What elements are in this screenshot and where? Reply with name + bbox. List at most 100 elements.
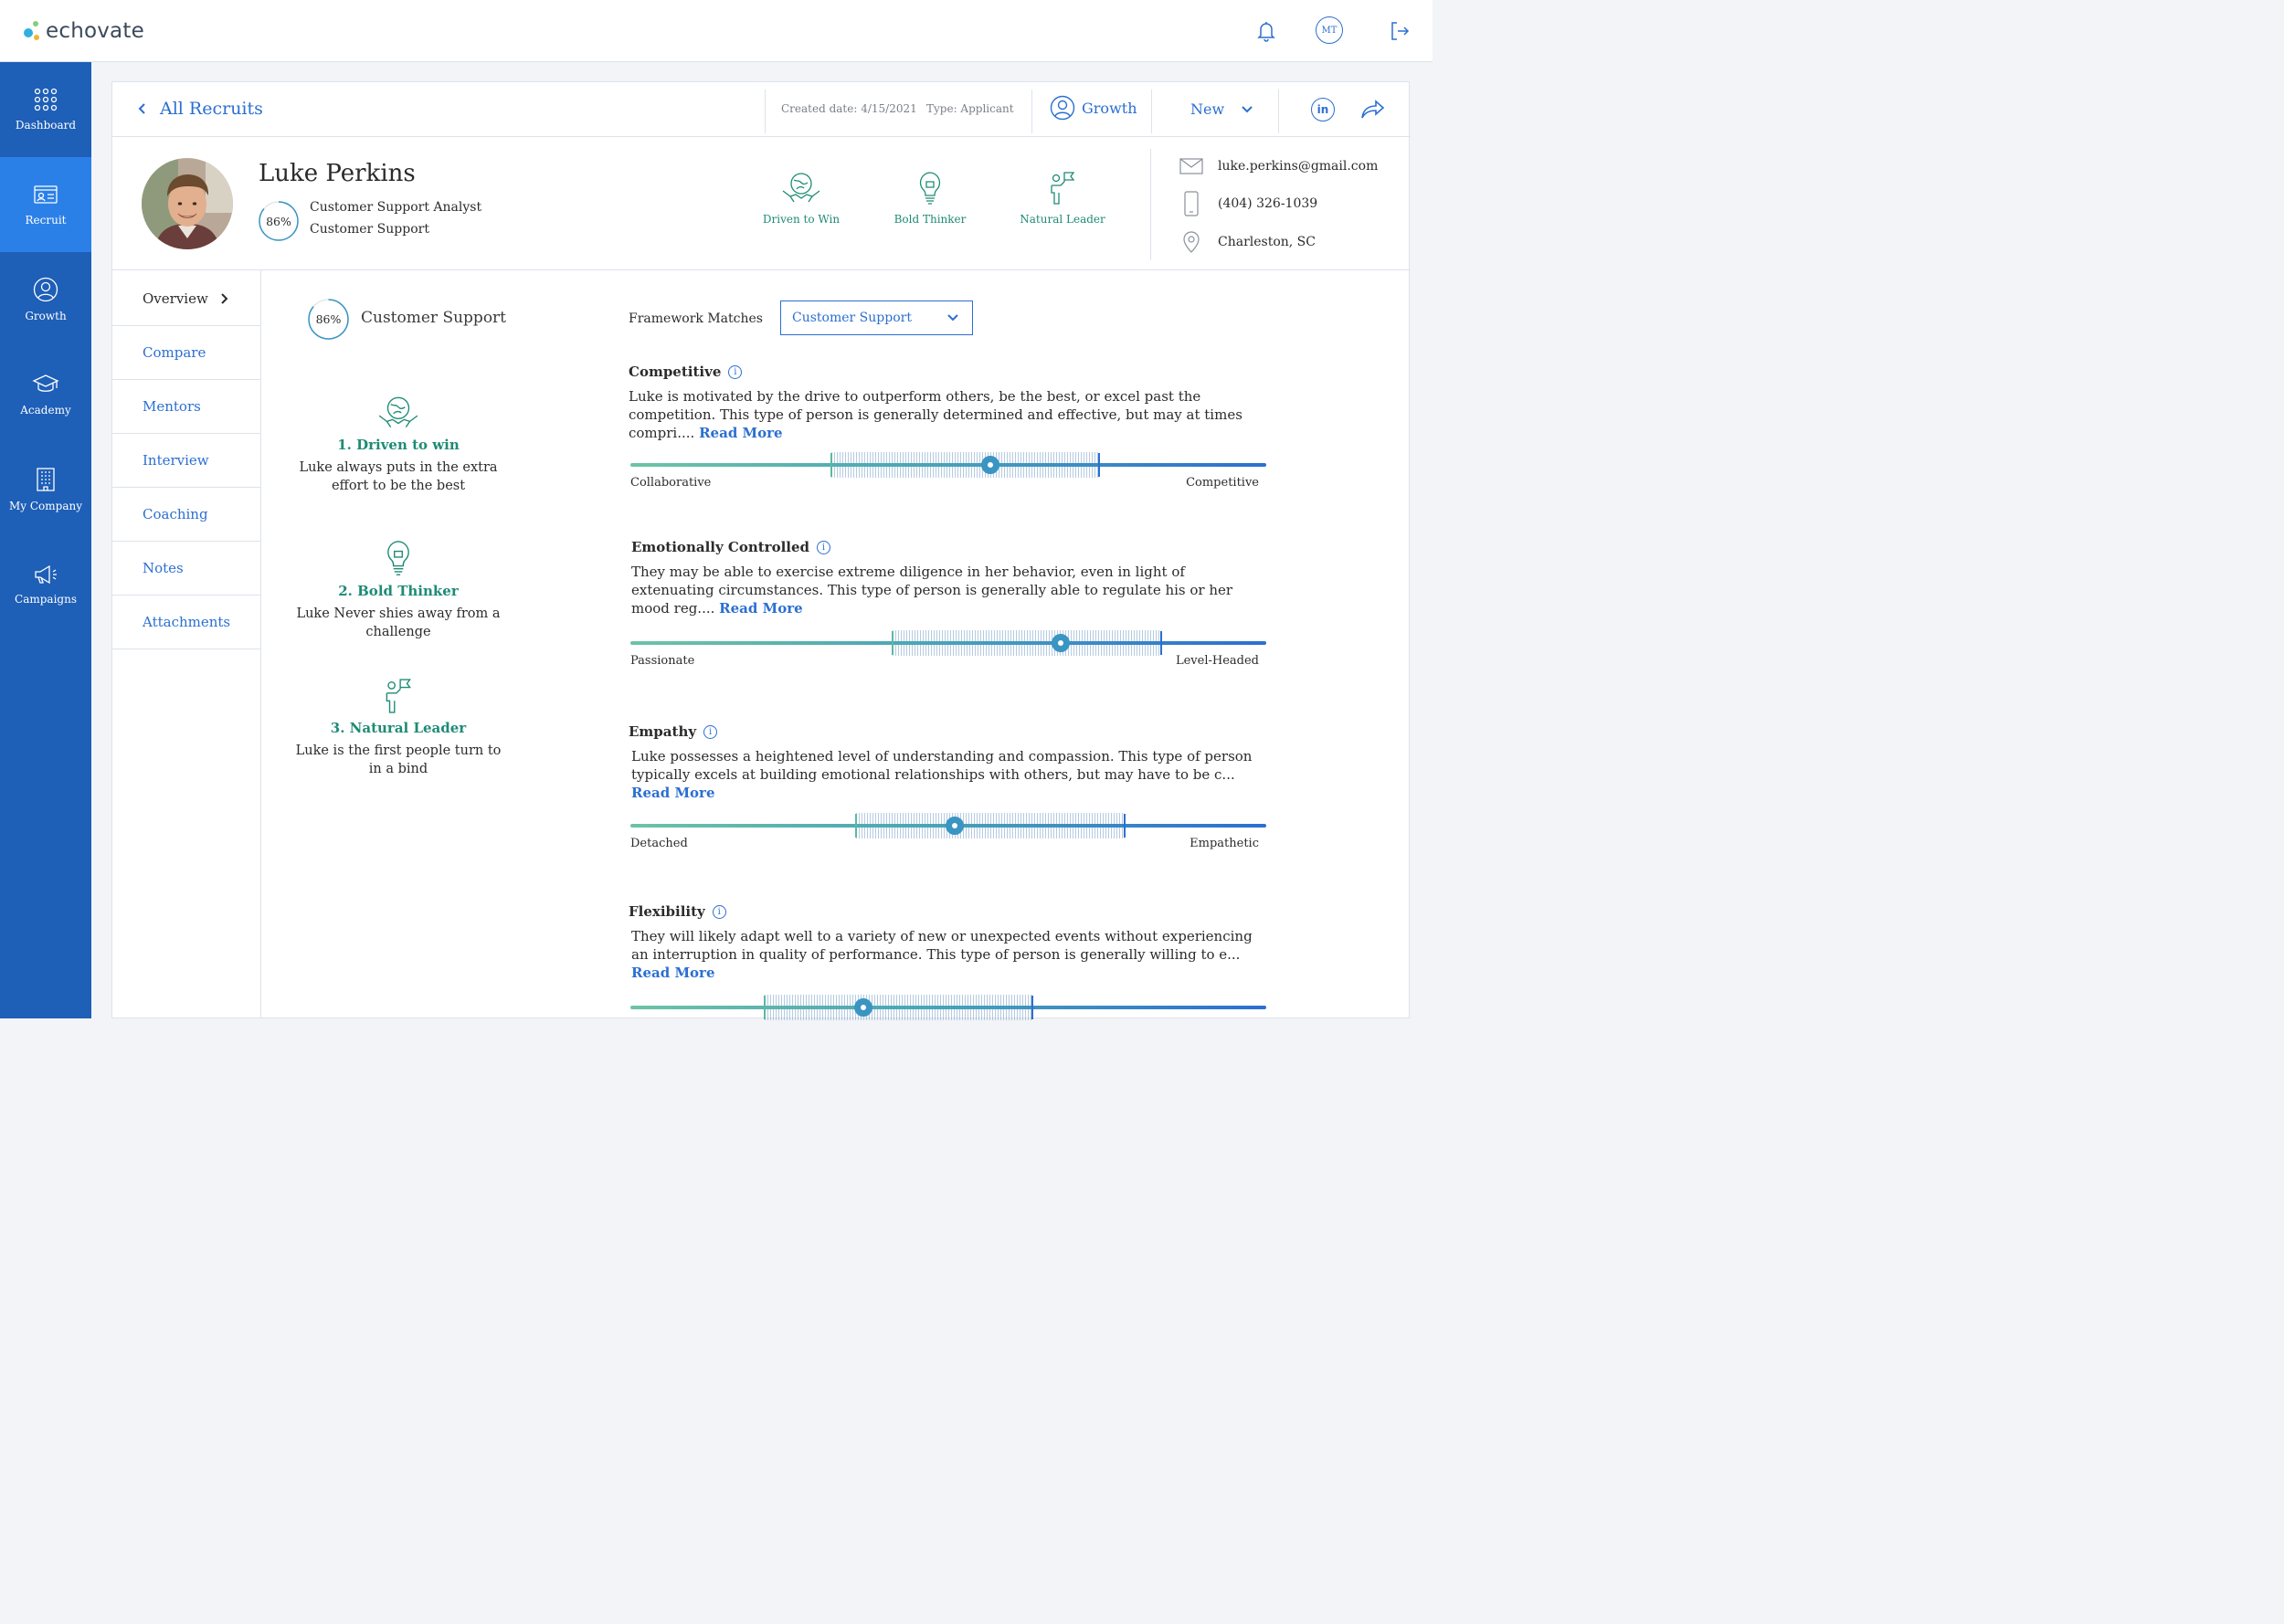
trait-desc: They will likely adapt well to a variety… (631, 928, 1253, 963)
info-icon[interactable]: i (703, 724, 718, 739)
building-icon (37, 468, 55, 491)
sidebar-item-campaigns[interactable]: Campaigns (0, 537, 91, 632)
logo-dots-icon (22, 19, 46, 43)
megaphone-icon (35, 564, 57, 585)
match-ring: 86% (258, 200, 300, 242)
info-icon[interactable]: i (712, 904, 726, 919)
contact-location: Charleston, SC (1179, 231, 1316, 253)
chevron-down-icon (947, 314, 958, 322)
sidebar-item-recruit[interactable]: Recruit (0, 157, 91, 252)
divider (765, 90, 766, 133)
handshake-globe-icon (782, 173, 820, 203)
divider (1031, 90, 1032, 133)
growth-button[interactable]: Growth (1050, 95, 1137, 121)
phone-icon (1184, 191, 1199, 216)
trait-title: Flexibility (629, 903, 705, 920)
strength-desc: Luke is the first people turn to in a bi… (295, 743, 502, 776)
slider-track (630, 641, 1266, 645)
profile-tabs: Overview Compare Mentors Interview Coach… (112, 270, 261, 1018)
contact-phone[interactable]: (404) 326-1039 (1179, 191, 1317, 216)
strength-item: 2. Bold Thinker Luke Never shies away fr… (293, 539, 503, 641)
strength-title: 1. Driven to win (337, 437, 460, 453)
profile-photo (142, 158, 233, 249)
slider-knob[interactable] (853, 998, 872, 1017)
contact-email[interactable]: luke.perkins@gmail.com (1179, 158, 1378, 174)
trait-emotionally-controlled: Emotionally Controlled i They may be able… (631, 539, 1289, 617)
app-logo[interactable]: echovate (22, 18, 144, 44)
trait-slider[interactable] (630, 452, 1266, 478)
tab-label: Interview (143, 452, 209, 469)
chevron-right-icon (221, 293, 228, 304)
read-more-link[interactable]: Read More (719, 600, 803, 617)
tab-label: Overview (143, 290, 208, 307)
tab-attachments[interactable]: Attachments (112, 596, 260, 649)
slider-right-label: Empathetic (1190, 837, 1259, 850)
trait-slider[interactable] (630, 813, 1266, 838)
slider-right-label: Competitive (1186, 476, 1259, 490)
slider-track (630, 1006, 1266, 1009)
trait-title: Competitive (629, 364, 722, 380)
location-text: Charleston, SC (1218, 235, 1316, 249)
divider (1278, 90, 1279, 133)
linkedin-icon[interactable]: in (1311, 98, 1335, 121)
user-avatar[interactable]: MT (1316, 16, 1343, 44)
trait-slider[interactable] (630, 630, 1266, 656)
profile-summary: Luke Perkins 86% Customer Support Analys… (112, 138, 1411, 270)
badge-label: Natural Leader (1020, 213, 1105, 226)
share-icon[interactable] (1360, 99, 1386, 124)
strength-title: 3. Natural Leader (330, 720, 467, 736)
tab-label: Attachments (143, 614, 231, 630)
phone-text: (404) 326-1039 (1218, 196, 1318, 211)
trait-slider[interactable] (630, 995, 1266, 1020)
tab-notes[interactable]: Notes (112, 542, 260, 596)
badge-bold-thinker: Bold Thinker (880, 171, 980, 226)
slider-left-label: Collaborative (630, 476, 712, 490)
sidebar-item-label: Recruit (25, 214, 67, 227)
framework-selected: Customer Support (792, 311, 912, 325)
badge-natural-leader: Natural Leader (1012, 171, 1113, 226)
sidebar-item-my-company[interactable]: My Company (0, 442, 91, 537)
tab-interview[interactable]: Interview (112, 434, 260, 488)
back-label: All Recruits (160, 99, 263, 119)
envelope-icon (1179, 158, 1203, 174)
leader-flag-icon (1051, 172, 1075, 205)
slider-range-start (855, 814, 858, 838)
slider-range-end (1031, 996, 1033, 1019)
sidebar-item-label: Campaigns (15, 593, 77, 606)
strength-desc: Luke Never shies away from a challenge (296, 606, 501, 639)
sidebar-item-dashboard[interactable]: Dashboard (0, 62, 91, 157)
back-to-recruits-link[interactable]: All Recruits (136, 99, 263, 119)
badge-label: Bold Thinker (894, 213, 967, 226)
logout-icon[interactable] (1385, 16, 1414, 46)
tab-coaching[interactable]: Coaching (112, 488, 260, 542)
slider-left-label: Detached (630, 837, 688, 850)
read-more-link[interactable]: Read More (631, 785, 715, 801)
map-pin-icon (1183, 231, 1200, 253)
match-percent: 86% (266, 214, 291, 228)
badge-label: Driven to Win (762, 213, 841, 226)
slider-left-label: Passionate (630, 654, 695, 668)
person-circle-icon (1050, 95, 1075, 121)
tab-mentors[interactable]: Mentors (112, 380, 260, 434)
sidebar-item-growth[interactable]: Growth (0, 252, 91, 347)
status-dropdown[interactable]: New (1190, 100, 1253, 118)
read-more-link[interactable]: Read More (699, 425, 783, 441)
info-icon[interactable]: i (728, 364, 743, 379)
trait-flexibility: Flexibility i They will likely adapt well… (629, 903, 1286, 982)
tab-overview[interactable]: Overview (112, 272, 260, 326)
recruit-header: All Recruits Created date: 4/15/2021 Typ… (112, 82, 1411, 137)
bell-icon[interactable] (1252, 16, 1281, 46)
slider-range-start (830, 453, 832, 477)
slider-knob[interactable] (980, 456, 999, 474)
info-icon[interactable]: i (817, 540, 831, 554)
tab-compare[interactable]: Compare (112, 326, 260, 380)
candidate-department: Customer Support (310, 222, 429, 237)
sidebar-item-academy[interactable]: Academy (0, 347, 91, 442)
trait-title: Empathy (629, 723, 697, 740)
strength-item: 3. Natural Leader Luke is the first peop… (293, 678, 503, 778)
strength-item: 1. Driven to win Luke always puts in the… (293, 395, 503, 495)
slider-knob[interactable] (945, 817, 964, 835)
sidebar-item-label: Growth (25, 310, 67, 322)
read-more-link[interactable]: Read More (631, 965, 715, 981)
framework-select[interactable]: Customer Support (780, 301, 973, 335)
